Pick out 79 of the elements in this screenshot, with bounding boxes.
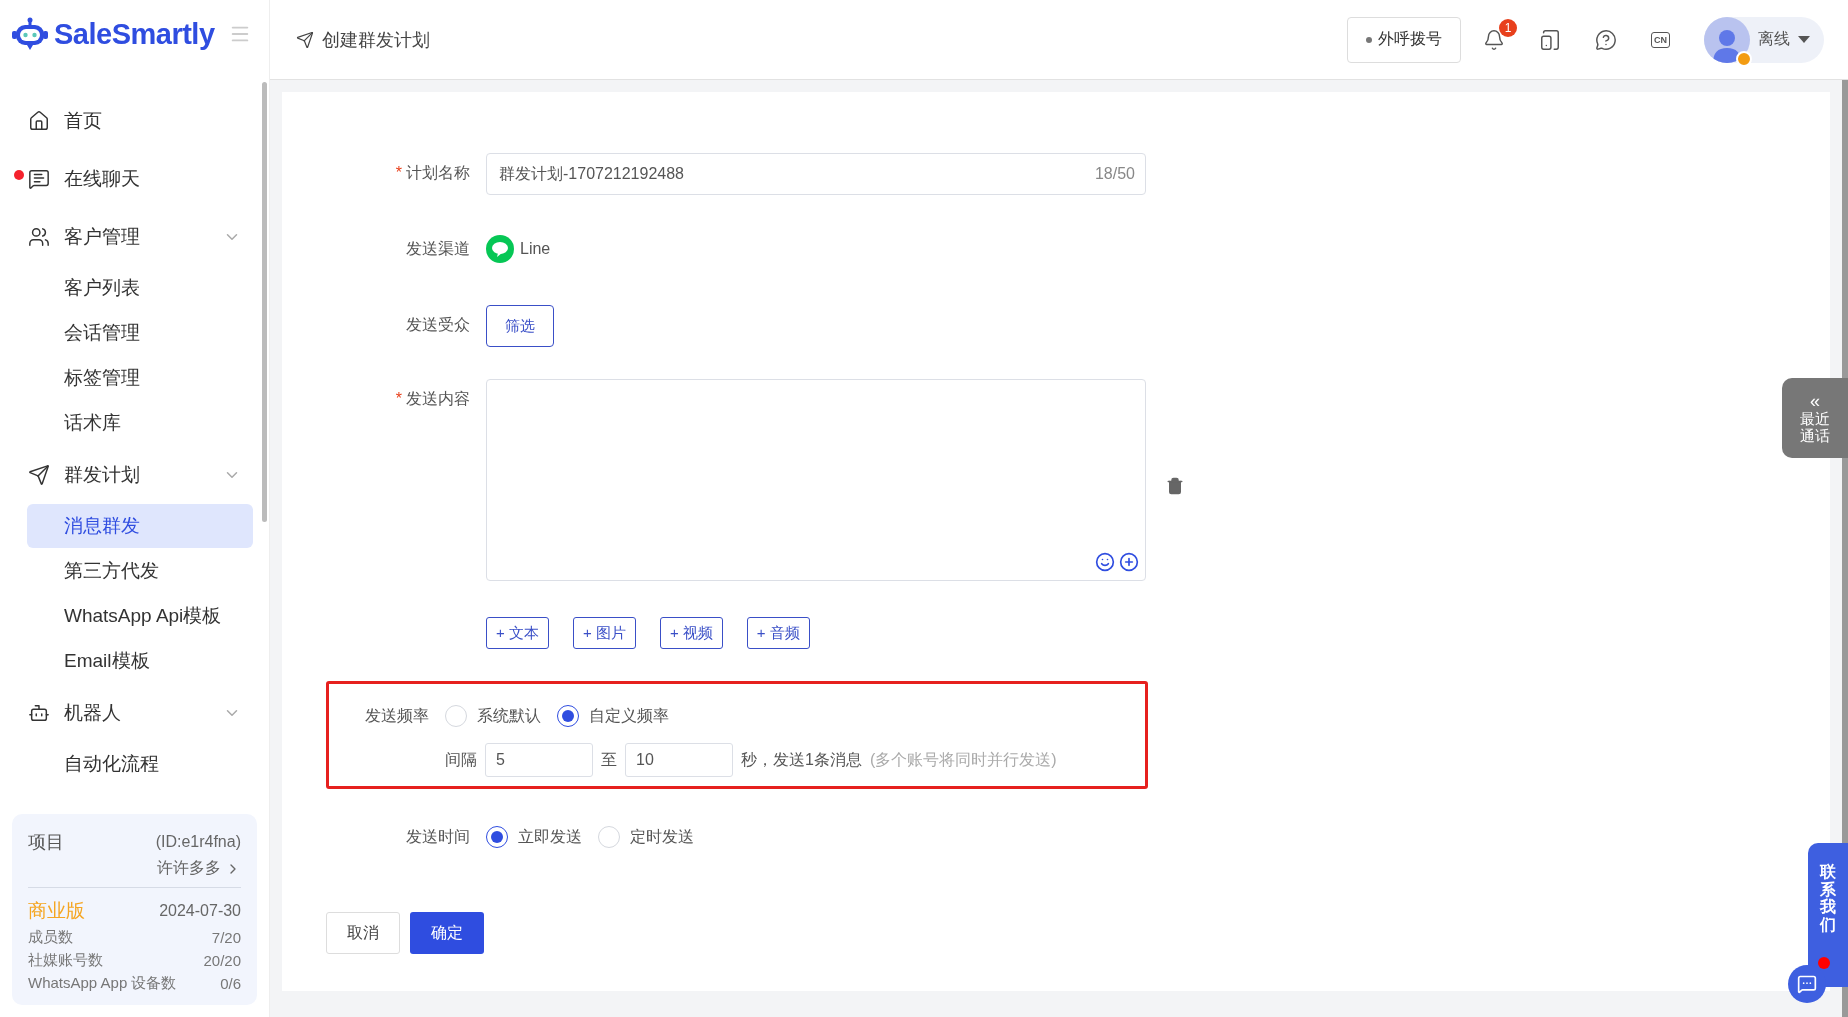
send-icon [28,464,50,486]
home-icon [28,110,50,132]
radio-label: 定时发送 [630,826,694,847]
chat-icon [28,168,50,190]
range-separator: 至 [601,749,617,770]
language-button[interactable]: CN [1651,21,1682,48]
interval-note: (多个账号将同时并行发送) [869,749,1057,770]
robot-logo-icon [12,17,48,51]
robot-icon [28,702,50,724]
min-seconds-field[interactable]: 5 [485,743,593,777]
stat-value: 0/6 [220,975,241,992]
field-label: * 发送内容 [394,389,471,409]
devices-icon [1539,28,1561,51]
avatar [1704,16,1750,63]
page-title: 创建群发计划 [322,28,430,52]
filter-button[interactable]: 筛选 [486,305,554,347]
send-icon [296,30,314,49]
channel-name: Line [520,240,551,258]
stat-label: 成员数 [28,928,73,947]
sidebar-item[interactable]: 机器人 [16,684,253,742]
char-counter: 18/50 [1094,165,1135,183]
user-menu[interactable]: 离线 [1704,16,1824,63]
project-id: (ID:e1r4fna) [155,833,241,851]
add-content-button[interactable]: + 文本 [486,617,549,649]
stat-value: 7/20 [211,929,241,946]
delete-icon[interactable] [1166,477,1184,495]
add-content-button[interactable]: + 音频 [746,617,810,649]
sidebar-item[interactable]: 会话管理 [27,311,253,355]
sidebar-item[interactable]: 首页 [16,92,253,150]
field-label: 发送时间 [405,827,471,847]
radio-label: 自定义频率 [589,705,669,726]
input-field[interactable]: 群发计划-1707212192488 18/50 [486,153,1146,195]
contact-tab[interactable]: 联系我们 [1808,843,1848,987]
stat-value: 20/20 [203,952,241,969]
sidebar-item[interactable]: 自动化流程 [27,742,253,786]
stat-label: WhatsApp App 设备数 [28,974,177,993]
stat-label: 社媒账号数 [28,951,103,970]
radio-label: 立即发送 [518,826,582,847]
users-icon [28,226,50,248]
brand-name: SaleSmartly [54,17,215,51]
content-field[interactable] [486,379,1146,581]
add-content-button[interactable]: + 视频 [659,617,723,649]
radio-label: 系统默认 [477,705,541,726]
sidebar-item[interactable]: 标签管理 [27,356,253,400]
chat-icon[interactable] [1788,965,1826,1003]
add-content-button[interactable]: + 图片 [572,617,636,649]
field-label: 发送频率 [364,706,430,726]
plan-expiry: 2024-07-30 [159,902,241,920]
field-label: 发送渠道 [405,239,471,259]
sidebar-item[interactable]: 群发计划 [16,446,253,504]
sidebar-item[interactable]: 在线聊天 [16,150,253,208]
sidebar-item[interactable]: 话术库 [27,401,253,445]
caret-icon [1798,36,1810,43]
notification-button[interactable]: 1 [1483,18,1517,51]
field-label: * 计划名称 [394,163,471,183]
confirm-button[interactable]: 确定 [410,912,484,954]
sidebar-item[interactable]: 消息群发 [27,504,253,548]
notification-badge: 1 [1499,18,1517,37]
bell-icon [1483,28,1505,51]
help-icon [1595,28,1617,51]
sidebar-item[interactable]: 第三方代发 [27,549,253,593]
sidebar-item[interactable]: Email模板 [27,639,253,683]
dial-button[interactable]: 外呼拨号 [1347,16,1461,63]
plan-name: 商业版 [28,899,85,923]
cancel-button[interactable]: 取消 [326,912,400,954]
project-label: 项目 [28,831,64,854]
add-icon[interactable] [1119,552,1139,572]
emoji-icon[interactable] [1095,552,1115,572]
sidebar-item[interactable]: WhatsApp Api模板 [27,594,253,638]
chat-bubble-icon [486,235,514,263]
sidebar-item[interactable]: 客户列表 [27,266,253,310]
recent-calls-tab[interactable]: « 最近通话 [1782,378,1848,458]
plan-name-input[interactable]: 群发计划-1707212192488 [497,164,1095,184]
field-label: 发送受众 [405,315,471,335]
max-seconds-field[interactable]: 10 [625,743,733,777]
interval-label: 间隔 [445,749,477,770]
project-owner[interactable]: 许许多多 [157,858,221,879]
sidebar-item[interactable]: 客户管理 [16,208,253,266]
interval-suffix: 秒，发送1条消息 [741,749,862,770]
